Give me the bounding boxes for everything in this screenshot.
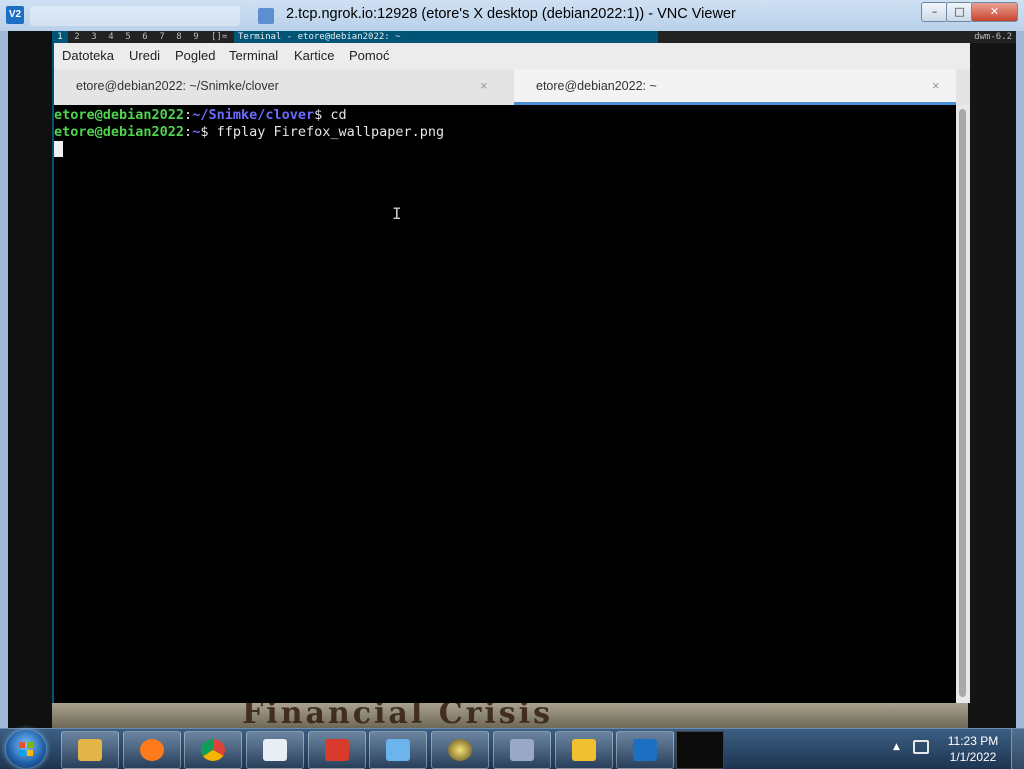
vnc-icon <box>633 739 657 761</box>
menu-datoteka[interactable]: Datoteka <box>62 48 114 63</box>
scrollbar-thumb[interactable] <box>959 109 966 697</box>
show-desktop-button[interactable] <box>1011 729 1024 769</box>
taskbar-vnc-viewer[interactable] <box>616 731 674 769</box>
dwm-tag-5[interactable]: 5 <box>120 31 136 43</box>
command-text: cd <box>330 107 347 123</box>
dwm-tag-2[interactable]: 2 <box>69 31 85 43</box>
firefox-icon <box>140 739 164 761</box>
vnc-app-icon[interactable]: V2 <box>6 6 24 24</box>
wallpaper-strip: Financial Crisis <box>52 696 968 729</box>
windows-logo-icon <box>19 742 33 756</box>
network-icon[interactable] <box>913 740 929 754</box>
dwm-status-text: dwm-6.2 <box>974 32 1012 42</box>
taskbar-winamp[interactable] <box>555 731 613 769</box>
media-player-icon <box>448 739 472 761</box>
dwm-tag-4[interactable]: 4 <box>103 31 119 43</box>
menu-terminal[interactable]: Terminal <box>229 48 278 63</box>
terminal-output[interactable]: etore@debian2022:~/Snimke/clover$ cd eto… <box>54 105 956 703</box>
chrome-icon <box>201 739 225 761</box>
prompt-user: etore@debian2022 <box>54 107 185 123</box>
tab-close-icon[interactable]: × <box>932 78 940 93</box>
desktop-right-area <box>968 31 1016 728</box>
menu-uredi[interactable]: Uredi <box>129 48 160 63</box>
ibeam-cursor-icon: I <box>392 204 402 223</box>
text-cursor <box>54 141 63 157</box>
calculator-icon <box>263 739 287 761</box>
tab-label: etore@debian2022: ~/Snimke/clover <box>76 79 279 93</box>
dwm-tag-6[interactable]: 6 <box>137 31 153 43</box>
dwm-tag-7[interactable]: 7 <box>154 31 170 43</box>
tab-home[interactable]: etore@debian2022: ~ × <box>514 69 956 105</box>
dwm-tag-8[interactable]: 8 <box>171 31 187 43</box>
taskbar-firefox[interactable] <box>123 731 181 769</box>
tab-clover[interactable]: etore@debian2022: ~/Snimke/clover × <box>54 69 514 105</box>
dwm-tag-3[interactable]: 3 <box>86 31 102 43</box>
taskbar-file-explorer[interactable] <box>61 731 119 769</box>
terminal-window[interactable]: Datoteka Uredi Pogled Terminal Kartice P… <box>52 43 970 703</box>
vnc-title-bar[interactable]: V2 2.tcp.ngrok.io:12928 (etore's X deskt… <box>0 0 1024 32</box>
remote-desktop[interactable]: Financial Crisis 1 2 3 4 5 6 7 8 9 []= T… <box>8 31 1016 728</box>
prompt-separator: : <box>184 107 193 123</box>
taskbar-calculator[interactable] <box>246 731 304 769</box>
menu-pomoc[interactable]: Pomoć <box>349 48 389 63</box>
taskbar-archive-manager[interactable] <box>493 731 551 769</box>
window-frame-right <box>1016 31 1024 728</box>
show-hidden-icons-icon[interactable]: ▲ <box>893 742 900 752</box>
prompt-user: etore@debian2022 <box>54 124 185 140</box>
window-frame-left <box>0 31 8 728</box>
taskbar-chrome[interactable] <box>184 731 242 769</box>
start-button[interactable] <box>6 730 46 768</box>
command-text: ffplay Firefox_wallpaper.png <box>216 124 445 140</box>
prompt-symbol: $ <box>314 107 331 123</box>
archive-icon <box>510 739 534 761</box>
taskbar: ▲ 11:23 PM 1/1/2022 <box>0 728 1024 769</box>
wallpaper-text: Financial Crisis <box>242 696 553 729</box>
window-icon <box>258 8 274 24</box>
terminal-scrollbar[interactable] <box>956 105 970 703</box>
winamp-icon <box>572 739 596 761</box>
window-title: 2.tcp.ngrok.io:12928 (etore's X desktop … <box>286 6 736 22</box>
dwm-tag-1[interactable]: 1 <box>52 31 68 43</box>
clock-date: 1/1/2022 <box>949 750 997 764</box>
terminal-line: etore@debian2022:~$ ffplay Firefox_wallp… <box>54 124 444 141</box>
control-panel-icon <box>386 739 410 761</box>
terminal-tab-bar: etore@debian2022: ~/Snimke/clover × etor… <box>54 69 970 106</box>
terminal-menu-bar: Datoteka Uredi Pogled Terminal Kartice P… <box>54 43 970 69</box>
desktop-left-area <box>8 31 52 728</box>
dwm-tag-9[interactable]: 9 <box>188 31 204 43</box>
menu-kartice[interactable]: Kartice <box>294 48 334 63</box>
taskbar-control-panel[interactable] <box>369 731 427 769</box>
menu-pogled[interactable]: Pogled <box>175 48 215 63</box>
toolbox-icon <box>325 739 349 761</box>
folder-icon <box>78 739 102 761</box>
tab-label: etore@debian2022: ~ <box>536 79 657 93</box>
clock-time: 11:23 PM <box>947 734 999 748</box>
minimize-button[interactable]: – <box>921 2 948 22</box>
dwm-window-title: Terminal - etore@debian2022: ~ <box>234 31 658 43</box>
blurred-background-tab <box>30 6 240 26</box>
taskbar-blank-window[interactable] <box>676 731 724 769</box>
taskbar-toolbox[interactable] <box>308 731 366 769</box>
prompt-separator: : <box>184 124 193 140</box>
close-button[interactable]: ✕ <box>971 2 1018 22</box>
taskbar-media-player[interactable] <box>431 731 489 769</box>
dwm-status-bar: 1 2 3 4 5 6 7 8 9 []= Terminal - etore@d… <box>52 31 1016 43</box>
maximize-button[interactable]: □ <box>946 2 973 22</box>
prompt-path: ~/Snimke/clover <box>192 107 315 123</box>
dwm-layout-symbol[interactable]: []= <box>211 31 227 43</box>
terminal-line: etore@debian2022:~/Snimke/clover$ cd <box>54 107 347 124</box>
prompt-symbol: $ <box>200 124 217 140</box>
system-clock[interactable]: 11:23 PM 1/1/2022 <box>940 733 1006 765</box>
tab-close-icon[interactable]: × <box>480 78 488 93</box>
